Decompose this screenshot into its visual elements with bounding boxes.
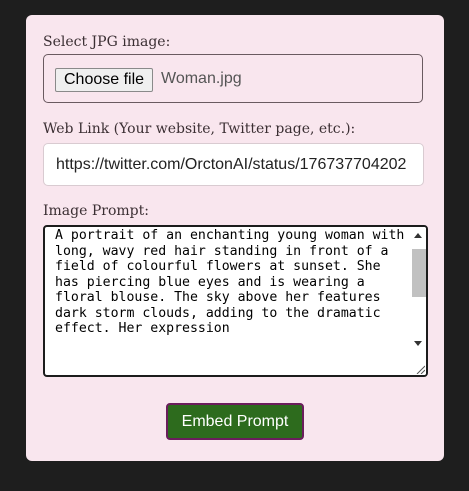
file-input[interactable]: Choose file Woman.jpg (43, 54, 423, 103)
scroll-down-arrow-icon[interactable] (414, 341, 422, 346)
embed-prompt-button[interactable]: Embed Prompt (166, 403, 304, 440)
embed-form-card: Select JPG image: Choose file Woman.jpg … (26, 15, 444, 461)
scroll-thumb[interactable] (412, 249, 426, 297)
image-prompt-text: A portrait of an enchanting young woman … (55, 228, 413, 336)
prompt-scrollbar[interactable] (410, 227, 426, 375)
image-prompt-textarea[interactable]: A portrait of an enchanting young woman … (43, 225, 428, 377)
web-link-value: https://twitter.com/OrctonAI/status/1767… (56, 156, 407, 173)
image-select-label: Select JPG image: (43, 34, 171, 50)
web-link-label: Web Link (Your website, Twitter page, et… (43, 121, 356, 137)
choose-file-button[interactable]: Choose file (55, 68, 154, 92)
selected-file-name: Woman.jpg (161, 70, 242, 87)
scroll-up-arrow-icon[interactable] (414, 233, 422, 238)
resize-grip-icon[interactable] (415, 364, 425, 374)
web-link-input[interactable]: https://twitter.com/OrctonAI/status/1767… (43, 143, 424, 186)
image-prompt-label: Image Prompt: (43, 203, 149, 219)
